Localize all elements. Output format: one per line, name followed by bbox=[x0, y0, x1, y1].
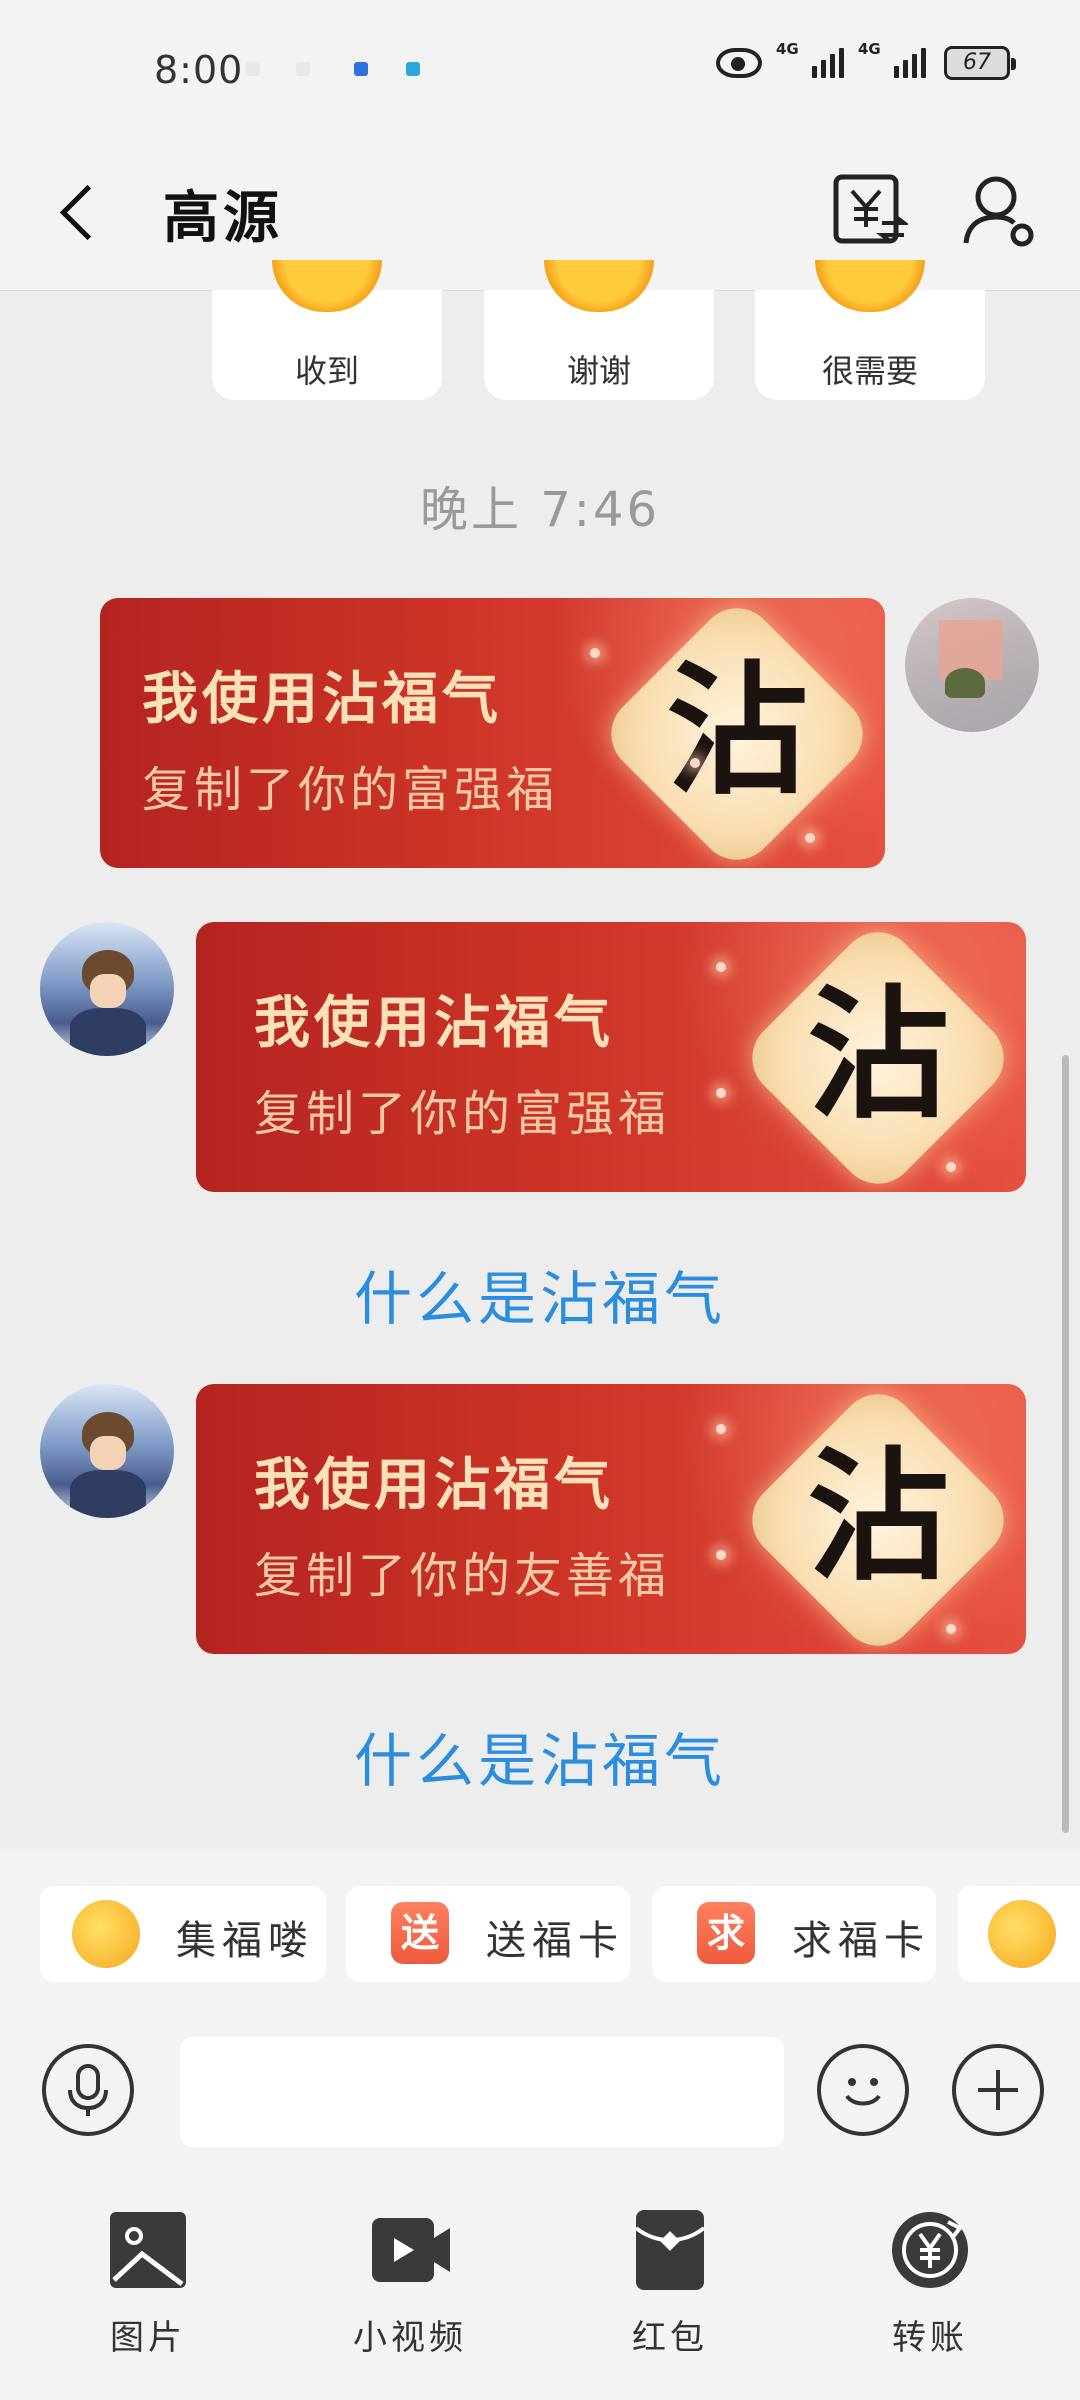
chip-label: 集福喽 bbox=[176, 1918, 314, 1964]
more-functions-button[interactable] bbox=[952, 2044, 1044, 2136]
app-notification-icon bbox=[406, 62, 420, 76]
fu-card-title: 我使用沾福气 bbox=[142, 667, 502, 732]
fu-message-card[interactable]: 我使用沾福气 复制了你的友善福 沾 bbox=[196, 1384, 1026, 1654]
tool-label: 图片 bbox=[110, 2318, 186, 2358]
chip-songfuka[interactable]: 送 送福卡 bbox=[346, 1886, 630, 1982]
signal-icon: 4G bbox=[776, 40, 844, 78]
tool-label: 转账 bbox=[892, 2318, 968, 2358]
user-settings-icon bbox=[963, 176, 1034, 247]
chip-qiufuka[interactable]: 求 求福卡 bbox=[652, 1886, 936, 1982]
quick-reply-label: 很需要 bbox=[821, 352, 918, 390]
quick-reply-card[interactable]: 很需要 bbox=[755, 260, 985, 400]
fu-card-subtitle: 复制了你的富强福 bbox=[142, 762, 559, 818]
self-avatar[interactable] bbox=[905, 598, 1039, 732]
app-notification-icon bbox=[354, 62, 368, 76]
emoji-sticker-icon bbox=[544, 260, 654, 312]
fu-card-subtitle: 复制了你的富强福 bbox=[254, 1086, 671, 1142]
fu-badge-char: 沾 bbox=[807, 1434, 949, 1600]
transfer-money-button[interactable] bbox=[832, 171, 910, 251]
quick-reply-card[interactable]: 谢谢 bbox=[484, 260, 714, 400]
fu-card-subtitle: 复制了你的友善福 bbox=[254, 1548, 671, 1604]
tool-red-packet[interactable]: 红包 bbox=[570, 2210, 770, 2360]
yuan-transfer-icon bbox=[833, 174, 910, 244]
eye-comfort-icon bbox=[716, 48, 762, 78]
send-fu-card-icon: 送 bbox=[391, 1902, 449, 1964]
chat-profile-button[interactable] bbox=[960, 171, 1040, 251]
notification-icon bbox=[246, 62, 260, 76]
fu-card-title: 我使用沾福气 bbox=[254, 1453, 614, 1518]
tool-label: 小视频 bbox=[353, 2318, 467, 2358]
message-input[interactable] bbox=[180, 2037, 784, 2147]
video-icon bbox=[372, 2218, 450, 2282]
emoji-button[interactable] bbox=[817, 2044, 909, 2136]
plus-icon bbox=[978, 2070, 1018, 2110]
status-time: 8:00 bbox=[154, 48, 244, 92]
signal-icon: 4G bbox=[858, 40, 926, 78]
contact-name: 高源 bbox=[163, 186, 283, 251]
quick-reply-card[interactable]: 收到 bbox=[212, 260, 442, 400]
tool-image[interactable]: 图片 bbox=[48, 2210, 248, 2360]
image-icon bbox=[110, 2212, 186, 2288]
emoji-sticker-icon bbox=[988, 1900, 1056, 1968]
emoji-sticker-icon bbox=[272, 260, 382, 312]
network-type-label: 4G bbox=[776, 40, 799, 58]
tool-short-video[interactable]: 小视频 bbox=[310, 2210, 510, 2360]
quick-reply-label: 谢谢 bbox=[566, 352, 631, 390]
voice-input-button[interactable] bbox=[42, 2044, 134, 2136]
message-timestamp: 晚上 7:46 bbox=[419, 482, 661, 538]
back-button[interactable] bbox=[46, 175, 126, 255]
fu-emoji-icon bbox=[72, 1900, 140, 1968]
emoji-sticker-icon bbox=[815, 260, 925, 312]
chip-label: 送福卡 bbox=[486, 1918, 624, 1964]
status-indicators: 4G 4G 67 bbox=[716, 40, 1016, 80]
red-packet-icon bbox=[634, 2210, 706, 2290]
fu-card-title: 我使用沾福气 bbox=[254, 991, 614, 1056]
tool-label: 红包 bbox=[632, 2318, 708, 2358]
transfer-icon bbox=[892, 2212, 968, 2288]
battery-icon: 67 bbox=[944, 46, 1016, 80]
request-fu-card-icon: 求 bbox=[697, 1902, 755, 1964]
fu-badge-char: 沾 bbox=[807, 972, 949, 1138]
network-type-label: 4G bbox=[858, 40, 881, 58]
chip-label: 求福卡 bbox=[792, 1918, 930, 1964]
tool-transfer[interactable]: 转账 bbox=[830, 2210, 1030, 2360]
microphone-icon bbox=[68, 2064, 108, 2116]
fu-message-card[interactable]: 我使用沾福气 复制了你的富强福 沾 bbox=[196, 922, 1026, 1192]
battery-level: 67 bbox=[963, 50, 991, 75]
fu-badge-char: 沾 bbox=[666, 648, 808, 814]
contact-avatar[interactable] bbox=[40, 922, 174, 1056]
quick-reply-label: 收到 bbox=[294, 352, 359, 390]
contact-avatar[interactable] bbox=[40, 1384, 174, 1518]
chat-scrollbar[interactable] bbox=[1062, 1055, 1069, 1833]
notification-icon bbox=[296, 62, 310, 76]
smiley-icon bbox=[845, 2078, 881, 2106]
what-is-zhanfuqi-link[interactable]: 什么是沾福气 bbox=[0, 1714, 1080, 1798]
status-bar: 8:00 4G 4G 67 bbox=[0, 0, 1080, 145]
chip-more[interactable] bbox=[958, 1886, 1080, 1982]
what-is-zhanfuqi-link[interactable]: 什么是沾福气 bbox=[0, 1252, 1080, 1336]
chip-jifulou[interactable]: 集福喽 bbox=[40, 1886, 326, 1982]
fu-message-card[interactable]: 我使用沾福气 复制了你的富强福 沾 bbox=[100, 598, 885, 868]
